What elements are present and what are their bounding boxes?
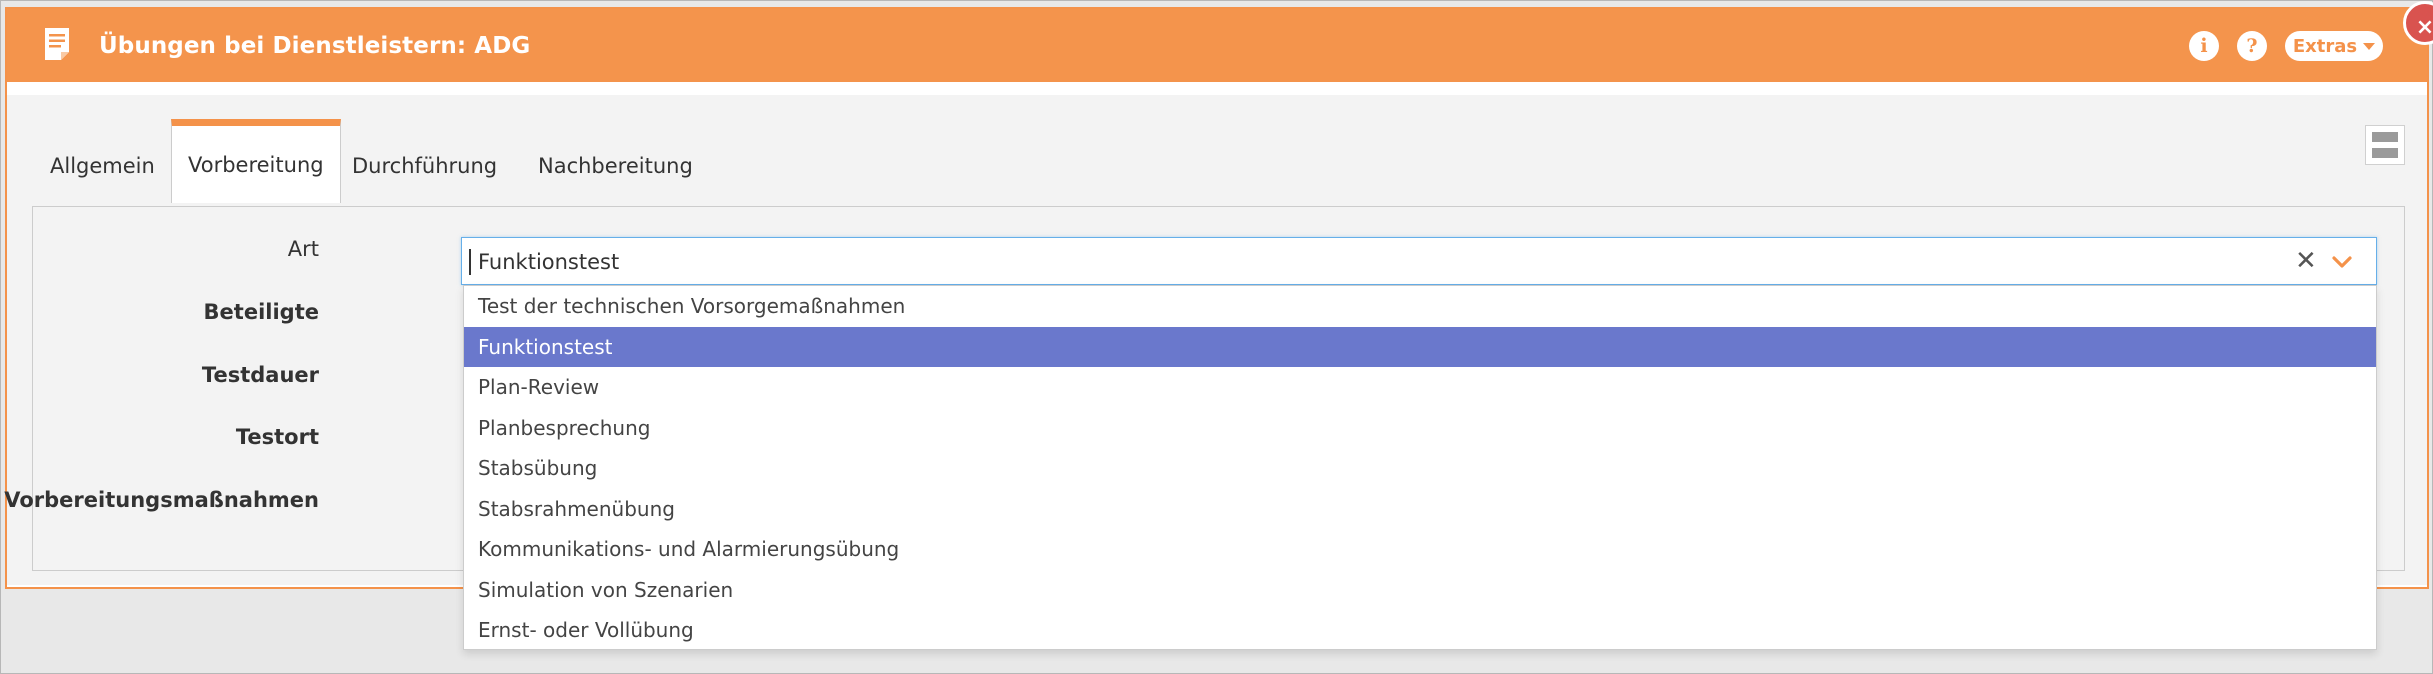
dialog: Übungen bei Dienstleistern: ADG i ? Extr… — [4, 1, 2433, 650]
layout-bar — [2372, 132, 2398, 142]
dropdown-option[interactable]: Kommunikations- und Alarmierungsübung — [464, 529, 2376, 570]
art-select[interactable]: Funktionstest ✕ — [461, 237, 2377, 285]
dropdown-option[interactable]: Plan-Review — [464, 367, 2376, 408]
art-select-value: Funktionstest — [478, 250, 620, 274]
tab-durchfuehrung[interactable]: Durchführung — [336, 125, 513, 207]
label-vorbereitungsmassnahmen: Vorbereitungsmaßnahmen — [4, 488, 319, 512]
extras-button[interactable]: Extras — [2285, 31, 2383, 61]
dialog-header: Übungen bei Dienstleistern: ADG i ? Extr… — [7, 9, 2427, 82]
caret-down-icon — [2363, 42, 2376, 50]
tab-allgemein[interactable]: Allgemein — [34, 125, 171, 207]
label-testdauer: Testdauer — [201, 363, 319, 387]
tab-label: Vorbereitung — [188, 152, 324, 177]
tab-label: Allgemein — [50, 154, 155, 178]
dropdown-option[interactable]: Ernst- oder Vollübung — [464, 610, 2376, 651]
layout-bar — [2372, 148, 2398, 158]
help-icon[interactable]: ? — [2237, 31, 2267, 61]
dropdown-option[interactable]: Planbesprechung — [464, 408, 2376, 449]
dialog-title: Übungen bei Dienstleistern: ADG — [99, 33, 531, 59]
tab-vorbereitung[interactable]: Vorbereitung — [171, 119, 341, 203]
clear-icon[interactable]: ✕ — [2295, 246, 2317, 276]
dropdown-option[interactable]: Stabsrahmenübung — [464, 489, 2376, 530]
dropdown-option[interactable]: Simulation von Szenarien — [464, 570, 2376, 611]
dropdown-option[interactable]: Stabsübung — [464, 448, 2376, 489]
close-glyph: × — [2415, 14, 2433, 40]
tab-label: Nachbereitung — [538, 154, 693, 178]
label-art: Art — [287, 237, 319, 261]
label-testort: Testort — [235, 425, 319, 449]
info-glyph: i — [2200, 35, 2208, 57]
text-cursor — [469, 249, 471, 275]
tab-nachbereitung[interactable]: Nachbereitung — [522, 125, 709, 207]
window-frame: Übungen bei Dienstleistern: ADG i ? Extr… — [0, 0, 2433, 674]
help-glyph: ? — [2246, 35, 2258, 57]
tab-label: Durchführung — [352, 154, 498, 178]
dropdown-option[interactable]: Test der technischen Vorsorgemaßnahmen — [464, 286, 2376, 327]
chevron-down-icon[interactable] — [2330, 250, 2354, 274]
label-beteiligte: Beteiligte — [203, 300, 319, 324]
info-icon[interactable]: i — [2189, 31, 2219, 61]
dropdown-option-selected[interactable]: Funktionstest — [464, 326, 2376, 367]
art-dropdown-list: Test der technischen Vorsorgemaßnahmen F… — [463, 285, 2377, 650]
document-icon — [45, 28, 69, 60]
extras-label: Extras — [2292, 35, 2358, 57]
layout-toggle-icon[interactable] — [2365, 125, 2405, 165]
